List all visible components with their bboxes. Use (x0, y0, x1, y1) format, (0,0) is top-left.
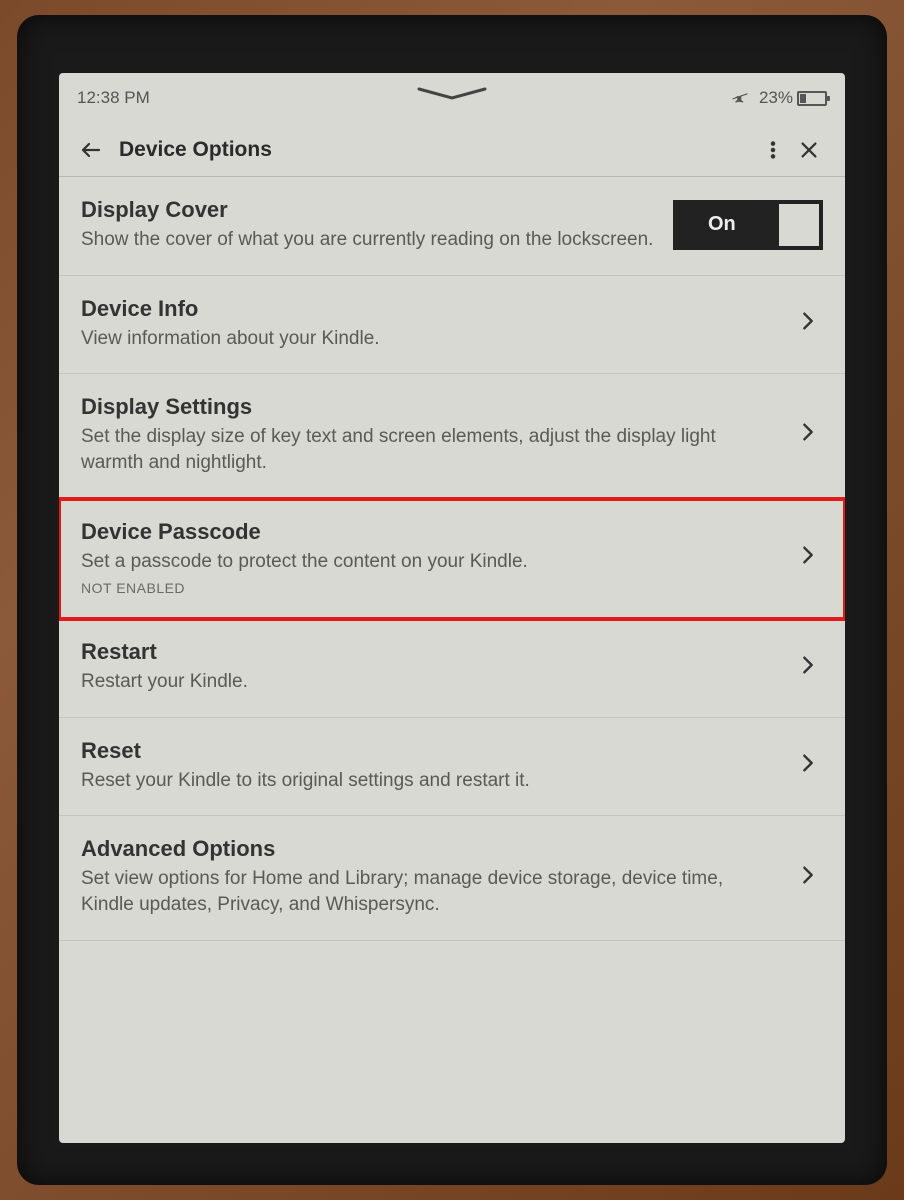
row-desc: Show the cover of what you are currently… (81, 227, 657, 253)
battery-icon (797, 91, 827, 106)
screen: 12:38 PM 23% Device Options (59, 73, 845, 1143)
battery-percent: 23% (759, 88, 793, 108)
chevron-right-icon (797, 421, 823, 448)
more-menu-button[interactable] (755, 132, 791, 168)
row-title: Device Info (81, 296, 781, 322)
row-desc: Set view options for Home and Library; m… (81, 866, 781, 917)
clock: 12:38 PM (77, 88, 150, 108)
row-title: Display Settings (81, 394, 781, 420)
toggle-label: On (708, 213, 736, 236)
row-desc: Set a passcode to protect the content on… (81, 549, 781, 575)
toggle-knob (779, 204, 819, 246)
row-title: Restart (81, 639, 781, 665)
page-header: Device Options (59, 123, 845, 177)
page-title: Device Options (119, 138, 755, 162)
settings-list: Display Cover Show the cover of what you… (59, 177, 845, 941)
airplane-mode-icon (731, 87, 749, 110)
row-advanced-options[interactable]: Advanced Options Set view options for Ho… (59, 816, 845, 940)
chevron-right-icon (797, 752, 823, 779)
chevron-right-icon (797, 544, 823, 571)
row-status: NOT ENABLED (81, 580, 781, 596)
row-device-info[interactable]: Device Info View information about your … (59, 276, 845, 375)
row-title: Device Passcode (81, 519, 781, 545)
row-desc: Set the display size of key text and scr… (81, 424, 781, 475)
row-device-passcode[interactable]: Device Passcode Set a passcode to protec… (59, 499, 845, 620)
chevron-right-icon (797, 310, 823, 337)
row-desc: Restart your Kindle. (81, 669, 781, 695)
display-cover-toggle[interactable]: On (673, 200, 823, 250)
close-button[interactable] (791, 132, 827, 168)
row-title: Display Cover (81, 197, 657, 223)
row-restart[interactable]: Restart Restart your Kindle. (59, 619, 845, 718)
device-case: 12:38 PM 23% Device Options (17, 15, 887, 1185)
row-display-cover[interactable]: Display Cover Show the cover of what you… (59, 177, 845, 276)
status-bar: 12:38 PM 23% (59, 73, 845, 123)
row-display-settings[interactable]: Display Settings Set the display size of… (59, 374, 845, 498)
battery-indicator: 23% (759, 88, 827, 108)
back-button[interactable] (77, 138, 105, 162)
row-title: Reset (81, 738, 781, 764)
pull-handle-icon[interactable] (417, 87, 487, 101)
chevron-right-icon (797, 864, 823, 891)
chevron-right-icon (797, 654, 823, 681)
row-title: Advanced Options (81, 836, 781, 862)
row-desc: View information about your Kindle. (81, 326, 781, 352)
row-reset[interactable]: Reset Reset your Kindle to its original … (59, 718, 845, 817)
row-desc: Reset your Kindle to its original settin… (81, 768, 781, 794)
